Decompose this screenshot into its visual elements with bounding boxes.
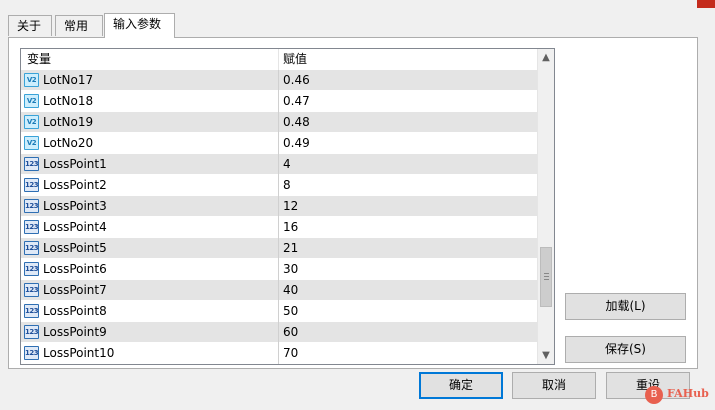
variable-name: LossPoint4	[43, 220, 107, 234]
close-button-fragment[interactable]	[697, 0, 715, 8]
variable-name: LossPoint9	[43, 325, 107, 339]
variable-value-cell[interactable]: 60	[279, 322, 537, 343]
variable-value-cell[interactable]: 70	[279, 343, 537, 364]
variable-name-cell: 123 LossPoint9	[21, 322, 279, 343]
ok-button[interactable]: 确定	[419, 372, 503, 399]
variable-value-cell[interactable]: 0.47	[279, 91, 537, 112]
cancel-button[interactable]: 取消	[512, 372, 596, 399]
integer-type-icon: 123	[24, 178, 39, 192]
variable-value-cell[interactable]: 0.49	[279, 133, 537, 154]
parameters-grid: 变量 赋值 V2 LotNo17 0.46 V2 LotNo18 0.47 V2 LotNo1…	[20, 48, 555, 365]
variable-value-cell[interactable]: 0.46	[279, 70, 537, 91]
variable-value-cell[interactable]: 16	[279, 217, 537, 238]
variable-name-cell: 123 LossPoint10	[21, 343, 279, 364]
grid-header: 变量 赋值	[21, 49, 537, 71]
window-top-strip	[0, 0, 715, 10]
table-row[interactable]: 123 LossPoint8 50	[21, 301, 537, 322]
table-row[interactable]: V2 LotNo19 0.48	[21, 112, 537, 133]
integer-type-icon: 123	[24, 304, 39, 318]
variable-name: LossPoint1	[43, 157, 107, 171]
variable-name-cell: V2 LotNo19	[21, 112, 279, 133]
variable-name-cell: 123 LossPoint7	[21, 280, 279, 301]
scroll-up-icon[interactable]: ▲	[538, 49, 554, 66]
grid-rows: V2 LotNo17 0.46 V2 LotNo18 0.47 V2 LotNo19 0.48 V…	[21, 70, 537, 364]
table-row[interactable]: 123 LossPoint9 60	[21, 322, 537, 343]
integer-type-icon: 123	[24, 157, 39, 171]
variable-name: LotNo18	[43, 94, 94, 108]
grip-line	[544, 279, 549, 280]
watermark-text: FAHub	[667, 387, 709, 400]
tab-about[interactable]: 关于	[8, 15, 52, 36]
table-row[interactable]: 123 LossPoint2 8	[21, 175, 537, 196]
table-row[interactable]: 123 LossPoint1 4	[21, 154, 537, 175]
variable-name: LotNo17	[43, 73, 94, 87]
variable-name-cell: 123 LossPoint1	[21, 154, 279, 175]
variable-name: LotNo19	[43, 115, 94, 129]
integer-type-icon: 123	[24, 220, 39, 234]
variable-name-cell: V2 LotNo17	[21, 70, 279, 91]
variable-value-cell[interactable]: 12	[279, 196, 537, 217]
variable-value-cell[interactable]: 4	[279, 154, 537, 175]
scroll-thumb[interactable]	[540, 247, 552, 307]
integer-type-icon: 123	[24, 346, 39, 360]
scroll-down-icon[interactable]: ▼	[538, 347, 554, 364]
table-row[interactable]: 123 LossPoint3 12	[21, 196, 537, 217]
variable-name-cell: 123 LossPoint5	[21, 238, 279, 259]
table-row[interactable]: 123 LossPoint6 30	[21, 259, 537, 280]
integer-type-icon: 123	[24, 262, 39, 276]
load-button[interactable]: 加载(L)	[565, 293, 686, 320]
variable-name: LossPoint8	[43, 304, 107, 318]
variable-name: LossPoint6	[43, 262, 107, 276]
variable-value-cell[interactable]: 30	[279, 259, 537, 280]
variable-name: LossPoint3	[43, 199, 107, 213]
tab-common[interactable]: 常用	[55, 15, 103, 36]
variable-name: LossPoint5	[43, 241, 107, 255]
table-row[interactable]: 123 LossPoint7 40	[21, 280, 537, 301]
fraction-type-icon: V2	[24, 136, 39, 150]
integer-type-icon: 123	[24, 199, 39, 213]
table-row[interactable]: 123 LossPoint5 21	[21, 238, 537, 259]
variable-name: LossPoint10	[43, 346, 115, 360]
table-row[interactable]: 123 LossPoint4 16	[21, 217, 537, 238]
variable-value-cell[interactable]: 21	[279, 238, 537, 259]
variable-name-cell: 123 LossPoint3	[21, 196, 279, 217]
variable-name: LossPoint2	[43, 178, 107, 192]
table-row[interactable]: V2 LotNo20 0.49	[21, 133, 537, 154]
variable-name-cell: 123 LossPoint8	[21, 301, 279, 322]
fraction-type-icon: V2	[24, 73, 39, 87]
table-row[interactable]: 123 LossPoint10 70	[21, 343, 537, 364]
variable-name: LossPoint7	[43, 283, 107, 297]
variable-name-cell: 123 LossPoint4	[21, 217, 279, 238]
variable-value-cell[interactable]: 8	[279, 175, 537, 196]
grip-line	[544, 276, 549, 277]
vertical-scrollbar[interactable]: ▲ ▼	[537, 49, 554, 364]
fraction-type-icon: V2	[24, 115, 39, 129]
watermark-badge-icon: B	[645, 386, 663, 404]
variable-value-cell[interactable]: 40	[279, 280, 537, 301]
column-header-value[interactable]: 赋值	[279, 49, 537, 70]
table-row[interactable]: V2 LotNo17 0.46	[21, 70, 537, 91]
integer-type-icon: 123	[24, 325, 39, 339]
integer-type-icon: 123	[24, 241, 39, 255]
variable-name-cell: 123 LossPoint2	[21, 175, 279, 196]
tab-input-parameters[interactable]: 输入参数	[104, 13, 175, 38]
fraction-type-icon: V2	[24, 94, 39, 108]
integer-type-icon: 123	[24, 283, 39, 297]
variable-name-cell: V2 LotNo18	[21, 91, 279, 112]
grip-line	[544, 273, 549, 274]
variable-value-cell[interactable]: 50	[279, 301, 537, 322]
variable-name-cell: 123 LossPoint6	[21, 259, 279, 280]
variable-name: LotNo20	[43, 136, 94, 150]
variable-value-cell[interactable]: 0.48	[279, 112, 537, 133]
column-header-variable[interactable]: 变量	[21, 49, 279, 70]
table-row[interactable]: V2 LotNo18 0.47	[21, 91, 537, 112]
save-button[interactable]: 保存(S)	[565, 336, 686, 363]
variable-name-cell: V2 LotNo20	[21, 133, 279, 154]
